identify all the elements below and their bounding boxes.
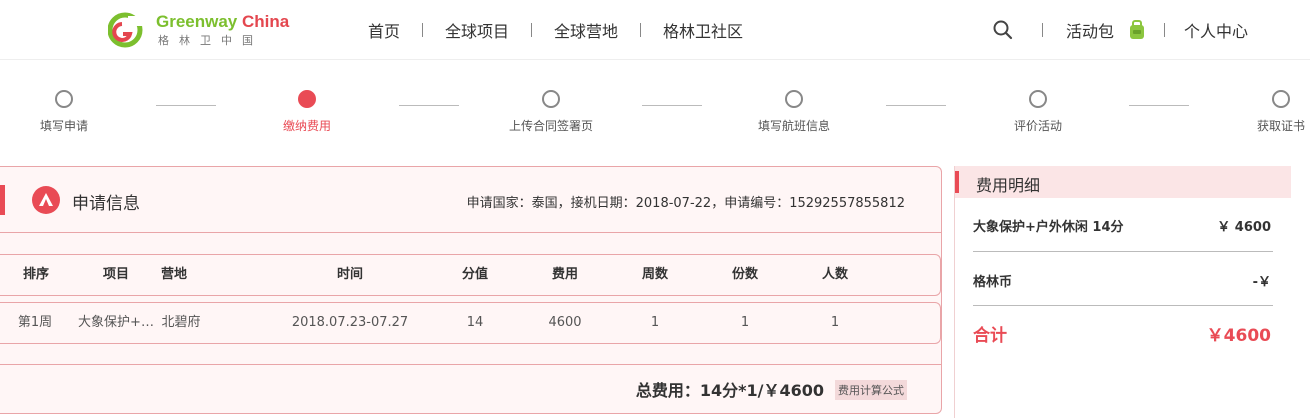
fee-total-row: 合计 ￥4600: [973, 309, 1273, 359]
step-dot: [785, 90, 803, 108]
tent-icon: [32, 186, 60, 214]
fee-formula-button[interactable]: 费用计算公式: [835, 380, 907, 400]
col-header: 时间: [336, 267, 363, 282]
col-header: 营地: [160, 267, 187, 282]
divider: [973, 305, 1273, 306]
col-header: 份数: [731, 267, 758, 282]
cell-score: 14: [466, 315, 484, 330]
nav-home[interactable]: 首页: [346, 18, 422, 42]
cell-fee: 4600: [548, 315, 582, 330]
nav-community[interactable]: 格林卫社区: [641, 18, 765, 42]
step-dot: [1272, 90, 1290, 108]
cell-time: 2018.07.23-07.27: [291, 315, 409, 330]
step-label: 获取证书: [1256, 119, 1305, 133]
col-header: 分值: [461, 267, 488, 282]
step-dot: [542, 90, 560, 108]
section-accent-bar: [0, 185, 5, 215]
cell-camp: 北碧府: [161, 315, 201, 330]
step-label: 评价活动: [1013, 119, 1062, 133]
step-label: 填写航班信息: [757, 119, 830, 133]
fee-row-label: 大象保护+户外休闲 14分: [973, 220, 1124, 235]
table-header: 排序 项目 营地 时间 分值 费用 周数 份数 人数: [0, 254, 941, 296]
section-accent-bar: [955, 171, 959, 193]
logo-text-red: China: [242, 12, 290, 31]
cell-order: 第1周: [17, 315, 53, 330]
step-connector: [399, 105, 459, 106]
nav-global-camps[interactable]: 全球营地: [532, 18, 640, 42]
search-icon[interactable]: [992, 19, 1014, 41]
fee-detail-header: 费用明细: [955, 166, 1291, 198]
col-header: 周数: [641, 267, 668, 282]
header-separator: [1164, 23, 1165, 37]
step-connector: [642, 105, 702, 106]
logo-mark-icon: [108, 12, 144, 48]
step-dot: [55, 90, 73, 108]
divider: [973, 251, 1273, 252]
step-3: 上传合同签署页: [491, 85, 611, 134]
section-title: 申请信息: [72, 194, 140, 214]
fee-row: 格林币 -￥: [973, 255, 1273, 305]
cell-copies: 1: [740, 315, 750, 330]
header-separator: [1042, 23, 1043, 37]
logo-text-green: Greenway: [156, 12, 238, 31]
step-2: 缴纳费用: [247, 85, 367, 134]
col-header: 排序: [22, 267, 49, 282]
events-link[interactable]: 活动包: [1066, 18, 1114, 42]
step-4: 填写航班信息: [734, 85, 854, 134]
nav-global-projects[interactable]: 全球项目: [423, 18, 531, 42]
header-right: 活动包 个人中心: [990, 18, 1310, 42]
table-row: 第1周 大象保护+… 北碧府 2018.07.23-07.27 14 4600 …: [0, 302, 941, 344]
application-header: 申请信息 申请国家：泰国，接机日期：2018-07-22，申请编号：152925…: [0, 167, 941, 233]
step-6: 获取证书: [1221, 85, 1310, 134]
site-logo[interactable]: Greenway China 格林卫中国: [108, 10, 308, 50]
fee-row-value: ￥ 4600: [1217, 220, 1271, 235]
cell-weeks: 1: [650, 315, 660, 330]
step-label: 缴纳费用: [282, 119, 331, 133]
step-label: 上传合同签署页: [508, 119, 593, 133]
logo-text: Greenway China: [156, 12, 289, 32]
step-connector: [1129, 105, 1189, 106]
logo-subtitle: 格林卫中国: [158, 34, 263, 47]
col-header: 费用: [551, 267, 578, 282]
cell-people: 1: [830, 315, 840, 330]
fee-total-value: ￥4600: [1206, 326, 1271, 346]
step-connector: [886, 105, 946, 106]
fee-row: 大象保护+户外休闲 14分 ￥ 4600: [973, 200, 1273, 250]
fee-detail-panel: 费用明细 大象保护+户外休闲 14分 ￥ 4600 格林币 -￥ 合计 ￥460…: [954, 166, 1291, 418]
step-dot-active: [298, 90, 316, 108]
fee-detail-title: 费用明细: [976, 176, 1041, 195]
step-5: 评价活动: [978, 85, 1098, 134]
application-panel: 申请信息 申请国家：泰国，接机日期：2018-07-22，申请编号：152925…: [0, 166, 942, 414]
step-dot: [1029, 90, 1047, 108]
col-header: 人数: [821, 267, 848, 282]
fee-row-label: 格林币: [973, 275, 1013, 290]
total-fee: 总费用：14分*1/￥4600: [635, 381, 824, 400]
fee-row-value: -￥: [1252, 275, 1271, 290]
site-header: Greenway China 格林卫中国 首页 全球项目 全球营地 格林卫社区 …: [0, 0, 1310, 60]
application-footer: 总费用：14分*1/￥4600 费用计算公式: [0, 364, 941, 414]
progress-steps: 填写申请 缴纳费用 上传合同签署页 填写航班信息 评价活动 获取证书: [0, 85, 1310, 145]
step-label: 填写申请: [39, 119, 88, 133]
fee-total-label: 合计: [973, 326, 1007, 346]
step-connector: [156, 105, 216, 106]
bag-icon[interactable]: [1128, 20, 1146, 40]
main-nav: 首页 全球项目 全球营地 格林卫社区: [346, 18, 765, 42]
application-info: 申请国家：泰国，接机日期：2018-07-22，申请编号：15292557855…: [466, 196, 905, 211]
user-center-link[interactable]: 个人中心: [1184, 18, 1248, 42]
col-header: 项目: [102, 267, 129, 282]
cell-project[interactable]: 大象保护+…: [74, 303, 158, 343]
step-1: 填写申请: [4, 85, 124, 134]
